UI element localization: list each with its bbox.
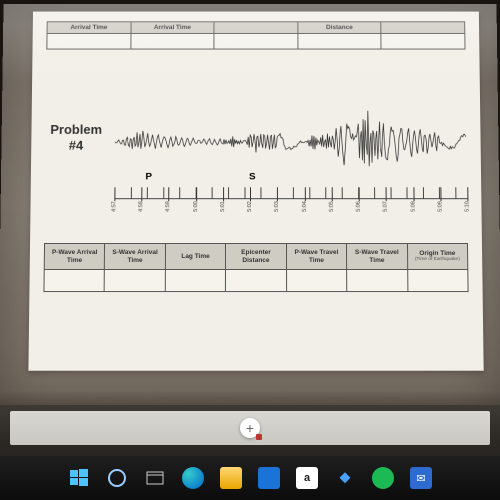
answer-table-header: Origin Time(Time of Earthquake): [407, 244, 468, 270]
axis-tick: [142, 187, 143, 201]
axis-tick-label: 5:09: [437, 201, 443, 212]
prev-header: Distance: [298, 22, 382, 34]
axis-tick-label: 5:10: [464, 201, 470, 212]
prev-cell: [47, 34, 131, 50]
prev-cell: [214, 34, 298, 50]
answer-table-header: P-Wave Travel Time: [286, 244, 347, 270]
axis-tick-label: 4:57: [111, 201, 117, 212]
axis-tick: [223, 187, 224, 201]
answer-table-header: S-Wave Travel Time: [347, 244, 408, 270]
dropbox-button[interactable]: ⬥: [334, 467, 356, 489]
prev-header: Arrival Time: [131, 22, 215, 34]
answer-cell: [347, 269, 408, 291]
axis-tick: [114, 187, 115, 201]
browser-tab-strip: +: [10, 411, 490, 445]
problem-word: Problem: [50, 122, 102, 137]
previous-problem-table-partial: Arrival Time Arrival Time Distance: [46, 21, 465, 50]
prev-cell: [298, 34, 382, 50]
answer-table-header: P-Wave Arrival Time: [44, 244, 105, 270]
notification-badge: [256, 434, 262, 440]
windows-taskbar: a ⬥ ✉: [0, 456, 500, 500]
mail-button[interactable]: ✉: [410, 467, 432, 489]
s-marker: S: [249, 171, 256, 181]
answer-table: P-Wave Arrival TimeS-Wave Arrival TimeLa…: [43, 243, 468, 292]
answer-cell: [105, 269, 166, 291]
answer-cell: [286, 269, 347, 291]
windows-icon: [70, 469, 88, 487]
cortana-button[interactable]: [106, 467, 128, 489]
answer-cell: [407, 269, 468, 291]
file-explorer-button[interactable]: [220, 467, 242, 489]
axis-tick: [413, 187, 414, 201]
spotify-button[interactable]: [372, 467, 394, 489]
time-axis: 4:57 4:58 4:59 5:00 5:01 5:02 5:03 5:04 5:05 5:06…: [114, 187, 467, 217]
problem-title: Problem #4: [45, 104, 107, 154]
answer-table-header: Lag Time: [165, 244, 226, 270]
axis-tick: [277, 187, 278, 201]
axis-tick: [332, 187, 333, 201]
axis-tick: [304, 187, 305, 201]
axis-tick-label: 5:05: [329, 201, 335, 212]
axis-tick: [169, 187, 170, 201]
problem-number: #4: [69, 138, 84, 153]
laptop-bezel-area: + a ⬥ ✉: [0, 405, 500, 500]
axis-tick: [250, 187, 251, 201]
axis-tick-label: 5:08: [410, 201, 416, 212]
p-marker: P: [145, 171, 152, 181]
prev-header: Arrival Time: [47, 22, 131, 34]
new-tab-button[interactable]: +: [240, 418, 260, 438]
cortana-icon: [108, 469, 126, 487]
axis-tick-label: 5:00: [193, 201, 199, 212]
axis-tick-label: 5:01: [220, 201, 226, 212]
axis-tick-label: 5:02: [247, 201, 253, 212]
start-button[interactable]: [68, 467, 90, 489]
axis-tick: [467, 187, 468, 201]
edge-button[interactable]: [182, 467, 204, 489]
axis-tick: [196, 187, 197, 201]
axis-tick-label: 4:59: [166, 201, 172, 212]
seismogram-chart: P S 4:57 4:58 4:59 5:00 5:01 5:02 5:03 5:04 5:05…: [114, 104, 467, 217]
answer-cell: [226, 269, 287, 291]
answer-cell: [44, 269, 105, 291]
answer-table-header: Epicenter Distance: [226, 244, 287, 270]
plus-icon: +: [246, 420, 254, 436]
prev-cell: [130, 34, 214, 50]
seismogram-svg: P S: [114, 104, 467, 185]
axis-tick-label: 5:03: [274, 201, 280, 212]
axis-tick-label: 5:06: [356, 201, 362, 212]
axis-tick-label: 5:04: [301, 201, 307, 212]
prev-header: [381, 22, 465, 34]
axis-tick: [359, 187, 360, 201]
task-view-icon: [146, 471, 164, 485]
axis-tick: [440, 187, 441, 201]
photo-of-screen: Arrival Time Arrival Time Distance Probl…: [0, 4, 500, 412]
axis-tick-label: 5:07: [383, 201, 389, 212]
task-view-button[interactable]: [144, 467, 166, 489]
axis-tick-label: 4:58: [138, 201, 144, 212]
answer-table-header: S-Wave Arrival Time: [105, 244, 166, 270]
worksheet-page: Arrival Time Arrival Time Distance Probl…: [28, 12, 483, 371]
axis-tick: [386, 187, 387, 201]
amazon-button[interactable]: a: [296, 467, 318, 489]
store-button[interactable]: [258, 467, 280, 489]
answer-cell: [165, 269, 226, 291]
prev-cell: [381, 34, 465, 50]
prev-header: [214, 22, 298, 34]
